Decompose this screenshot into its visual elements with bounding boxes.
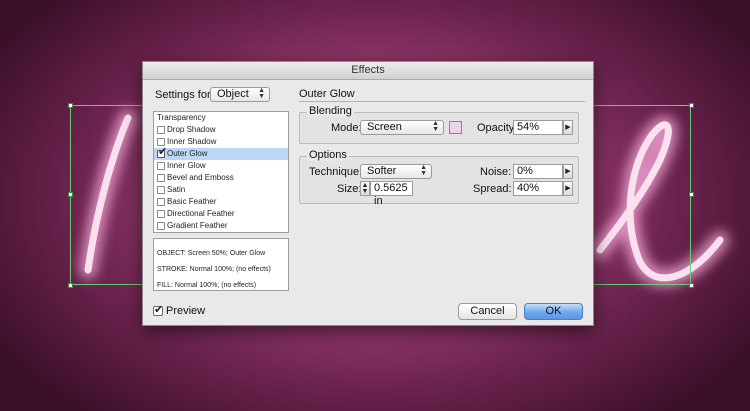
selection-handle-mid-right[interactable] [689,192,694,197]
noise-popup-arrow-icon[interactable]: ▶ [563,164,573,179]
preview-checkbox[interactable]: ✔ [153,304,164,316]
technique-value: Softer [367,165,397,177]
effect-checkbox[interactable] [157,186,165,194]
effect-label: Directional Feather [167,209,235,218]
settings-for-value: Object [217,88,249,100]
effect-list-item[interactable]: Basic Feather [154,196,288,208]
effects-dialog: Effects Settings for: Object ▲ ▼ Transpar… [142,61,594,326]
effect-label: Basic Feather [167,197,217,206]
effect-label: Satin [167,185,186,194]
technique-select[interactable]: Softer ▲ ▼ [360,164,432,179]
ok-button[interactable]: OK [524,303,583,320]
blending-group-label: Blending [307,105,354,117]
effect-checkbox[interactable] [157,222,165,230]
preview-label: Preview [166,305,206,317]
effect-checkbox[interactable] [157,174,165,182]
spread-popup-arrow-icon[interactable]: ▶ [563,181,573,196]
size-stepper-icon[interactable]: ▲ ▼ [360,181,370,196]
effects-summary: OBJECT: Screen 50%; Outer Glow STROKE: N… [153,238,289,291]
effect-list-item[interactable]: Transparency [154,112,288,124]
effect-checkbox[interactable] [157,198,165,206]
settings-for-label: Settings for: [155,89,214,101]
size-label: Size: [337,183,362,195]
effect-list-item[interactable]: Drop Shadow [154,124,288,136]
effect-label: Inner Glow [167,161,206,170]
technique-label: Technique: [309,166,363,178]
size-field[interactable]: 0.5625 in [370,181,413,207]
effect-label: Drop Shadow [167,125,216,134]
selection-handle-bottom-right[interactable] [689,283,694,288]
selection-handle-mid-left[interactable] [68,192,73,197]
checkmark-icon: ✔ [154,304,164,316]
opacity-field[interactable]: 54% [513,120,563,135]
spread-label: Spread: [473,183,512,195]
effect-label: Gradient Feather [167,221,228,230]
effect-list-item[interactable]: ✔ Outer Glow [154,146,288,160]
effect-checkbox[interactable]: ✔ [157,146,167,158]
dialog-title: Effects [143,62,593,80]
opacity-label: Opacity: [477,122,518,134]
effect-label: Inner Shadow [167,137,217,146]
effect-checkbox[interactable] [157,162,165,170]
effect-label: Outer Glow [167,149,208,158]
effect-label: Transparency [157,113,206,122]
blend-mode-value: Screen [367,121,402,133]
cancel-button[interactable]: Cancel [458,303,517,320]
summary-line-fill: FILL: Normal 100%; (no effects) [157,282,257,289]
noise-field[interactable]: 0% [513,164,563,179]
effect-list-item[interactable]: Inner Shadow [154,136,288,148]
effects-list: Transparency Drop Shadow Inner Shadow ✔ Oute… [153,111,289,233]
effect-list-item[interactable]: Satin [154,184,288,196]
options-group-label: Options [307,149,349,161]
effect-checkbox[interactable] [157,126,165,134]
selection-handle-top-right[interactable] [689,103,694,108]
opacity-popup-arrow-icon[interactable]: ▶ [563,120,573,135]
blend-mode-select[interactable]: Screen ▲ ▼ [360,120,444,135]
popup-arrows-icon: ▲ ▼ [420,164,427,177]
settings-for-select[interactable]: Object ▲ ▼ [210,87,270,102]
selection-handle-top-left[interactable] [68,103,73,108]
popup-arrows-icon: ▲ ▼ [258,87,265,100]
checkmark-icon: ✔ [158,146,168,158]
effect-checkbox[interactable] [157,210,165,218]
effect-list-item[interactable]: Bevel and Emboss [154,172,288,184]
effect-checkbox[interactable] [157,138,165,146]
spread-field[interactable]: 40% [513,181,563,196]
effect-list-item[interactable]: Directional Feather [154,208,288,220]
selection-handle-bottom-left[interactable] [68,283,73,288]
summary-line-stroke: STROKE: Normal 100%; (no effects) [157,266,271,273]
effect-list-item[interactable]: Inner Glow [154,160,288,172]
panel-title-divider [299,101,585,102]
summary-line-object: OBJECT: Screen 50%; Outer Glow [157,250,266,257]
popup-arrows-icon: ▲ ▼ [432,120,439,133]
glow-color-swatch[interactable] [449,121,462,134]
effect-label: Bevel and Emboss [167,173,234,182]
noise-label: Noise: [480,166,512,178]
effect-list-item[interactable]: Gradient Feather [154,220,288,232]
panel-title: Outer Glow [299,88,355,100]
mode-label: Mode: [331,122,362,134]
